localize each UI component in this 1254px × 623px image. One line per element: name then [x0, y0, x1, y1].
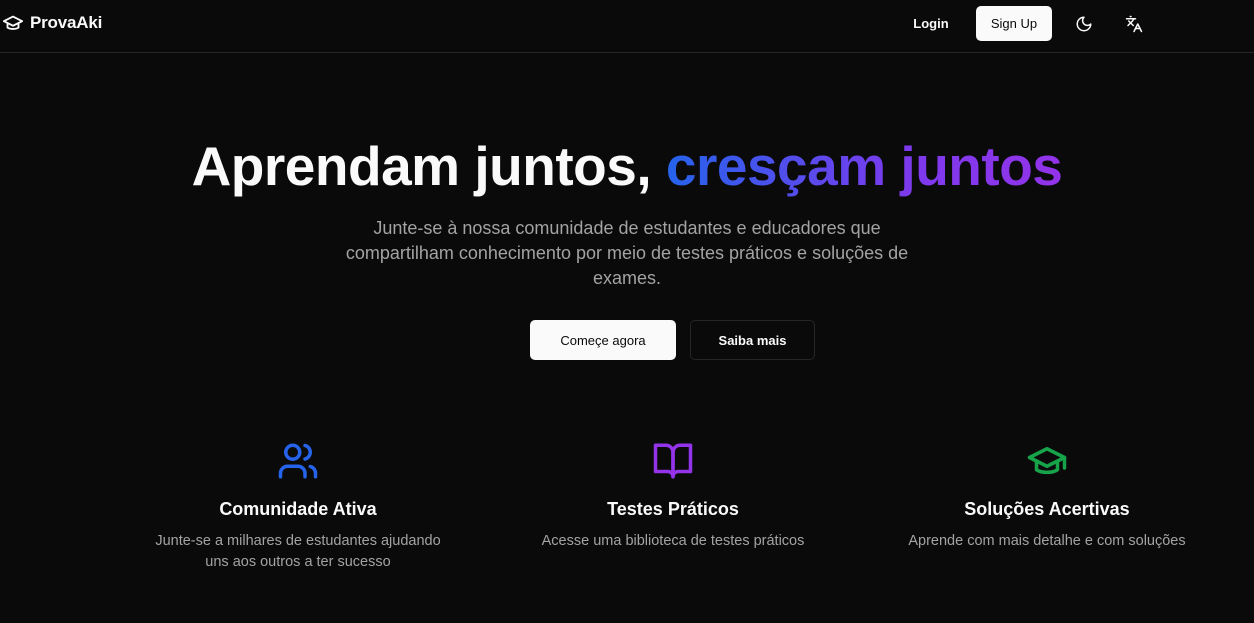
feature-card-practice-tests: Testes Práticos Acesse uma biblioteca de… [503, 440, 843, 552]
book-open-icon [653, 443, 693, 479]
signup-button[interactable]: Sign Up [976, 6, 1052, 41]
feature-title: Comunidade Ativa [219, 499, 377, 519]
feature-description: Acesse uma biblioteca de testes práticos [503, 531, 843, 552]
feature-description-line: Junte-se a milhares de estudantes ajudan… [155, 533, 441, 549]
graduation-cap-icon [1027, 447, 1067, 475]
feature-description: Aprende com mais detalhe e com soluções [877, 531, 1217, 552]
hero-title-highlight: cresçam juntos [665, 135, 1063, 197]
feature-description-line: Acesse uma biblioteca de testes práticos [541, 533, 805, 549]
brand-name: ProvaAki [30, 13, 103, 32]
feature-title: Testes Práticos [607, 499, 739, 519]
nav-actions: Login Sign Up [900, 6, 1152, 41]
login-button[interactable]: Login [900, 7, 962, 41]
feature-card-solutions: Soluções Acertivas Aprende com mais deta… [877, 440, 1217, 552]
feature-description: Junte-se a milhares de estudantes ajudan… [128, 531, 468, 573]
hero-subtitle: Junte-se à nossa comunidade de estudante… [0, 216, 1254, 291]
brand-link[interactable]: ProvaAki [2, 12, 102, 34]
get-started-button[interactable]: Começe agora [530, 320, 676, 360]
feature-title: Soluções Acertivas [964, 499, 1130, 519]
language-button[interactable] [1116, 7, 1152, 41]
moon-icon [1076, 16, 1092, 31]
hero-title: Aprendam juntos, cresçam juntos [0, 130, 1254, 202]
feature-description-line: uns aos outros a ter sucesso [205, 554, 391, 570]
top-navbar: ProvaAki Login Sign Up [0, 0, 1254, 53]
theme-toggle-button[interactable] [1066, 7, 1102, 41]
feature-card-community: Comunidade Ativa Junte-se a milhares de … [128, 440, 468, 573]
hero-cta-group: Começe agora Saiba mais [530, 320, 815, 360]
feature-description-line: Aprende com mais detalhe e com soluções [908, 533, 1186, 549]
hero-subtitle-line: Junte-se à nossa comunidade de estudante… [373, 218, 881, 238]
hero-subtitle-line: compartilham conhecimento por meio de te… [345, 243, 909, 263]
users-icon [278, 443, 318, 479]
graduation-cap-icon [2, 15, 24, 30]
hero-subtitle-line: exames. [592, 268, 662, 288]
hero-title-plain: Aprendam juntos, [191, 135, 666, 197]
languages-icon [1125, 15, 1143, 32]
learn-more-button[interactable]: Saiba mais [690, 320, 815, 360]
